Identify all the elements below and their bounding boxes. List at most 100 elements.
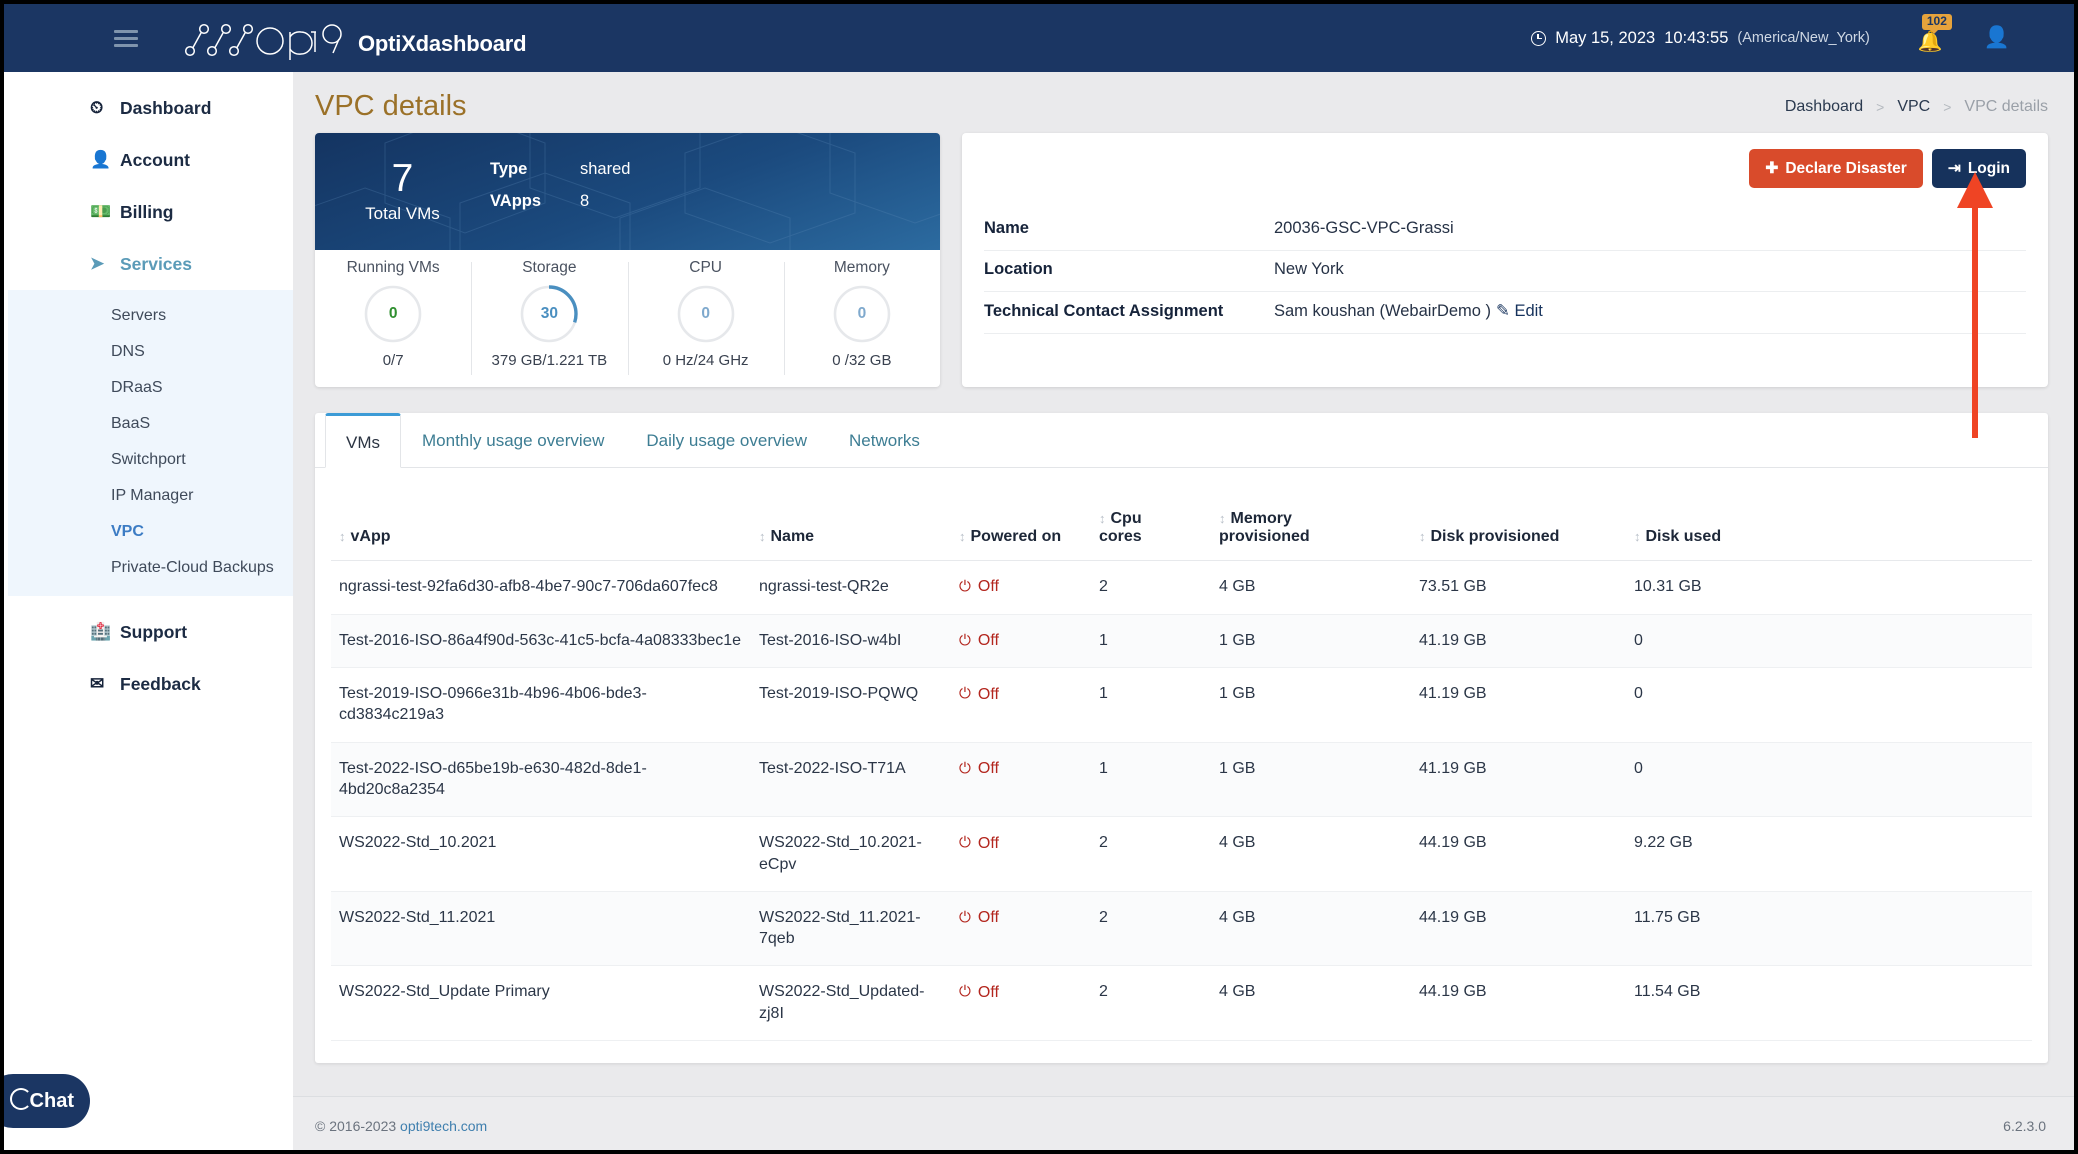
sidebar-item-draas[interactable]: DRaaS	[8, 370, 293, 406]
cell-powered-on: ⏻ Off	[951, 742, 1091, 818]
column-label: Disk used	[1645, 528, 1722, 545]
sidebar-item-billing[interactable]: 💵 Billing	[8, 186, 293, 238]
table-row[interactable]: Test-2016-ISO-86a4f90d-563c-41c5-bcfa-4a…	[331, 614, 2032, 669]
column-header-cpu-cores[interactable]: ↕ Cpu cores	[1091, 482, 1211, 561]
first-aid-kit-icon: 🏥	[90, 622, 112, 641]
cell-cpu-cores: 2	[1091, 891, 1211, 967]
gauge-ring: 0	[675, 283, 737, 345]
table-row[interactable]: WS2022-Std_11.2021 WS2022-Std_11.2021-7q…	[331, 891, 2032, 967]
cell-disk-used: 9.22 GB	[1626, 816, 2032, 892]
hamburger-menu-icon[interactable]	[114, 29, 138, 47]
footer-website-link[interactable]: opti9tech.com	[400, 1118, 487, 1134]
cell-disk-provisioned: 44.19 GB	[1411, 816, 1626, 892]
column-header-disk-used[interactable]: ↕ Disk used	[1626, 482, 2032, 561]
sidebar-item-vpc[interactable]: VPC	[8, 514, 293, 550]
power-state-label: Off	[977, 834, 999, 852]
notification-count-badge: 102	[1921, 14, 1952, 35]
tab-networks[interactable]: Networks	[828, 413, 941, 468]
sidebar-item-services[interactable]: ➤ Services	[8, 238, 293, 290]
cell-vapp: Test-2019-ISO-0966e31b-4b96-4b06-bde3-cd…	[331, 667, 751, 743]
chat-widget-button[interactable]: Chat	[4, 1074, 90, 1128]
property-value: New York	[1274, 260, 1344, 278]
sidebar-item-support[interactable]: 🏥 Support	[8, 606, 293, 658]
overview-cards-row: 7 Total VMs Type shared VApps 8 Running …	[293, 133, 2074, 387]
cell-disk-used: 11.54 GB	[1626, 965, 2032, 1041]
cell-powered-on: ⏻ Off	[951, 965, 1091, 1041]
power-icon: ⏻	[959, 578, 971, 595]
breadcrumb-item-vpc[interactable]: VPC	[1897, 98, 1930, 116]
footer-copyright: © 2016-2023 opti9tech.com	[315, 1118, 487, 1134]
sidebar-item-switchport[interactable]: Switchport	[8, 442, 293, 478]
column-header-memory-provisioned[interactable]: ↕ Memory provisioned	[1211, 482, 1411, 561]
sort-arrows-icon: ↕	[1219, 511, 1225, 526]
table-row[interactable]: Test-2022-ISO-d65be19b-e630-482d-8de1-4b…	[331, 742, 2032, 818]
table-row[interactable]: Test-2019-ISO-0966e31b-4b96-4b06-bde3-cd…	[331, 667, 2032, 743]
cell-vapp: Test-2022-ISO-d65be19b-e630-482d-8de1-4b…	[331, 742, 751, 818]
cell-powered-on: ⏻ Off	[951, 891, 1091, 967]
breadcrumb-item-dashboard[interactable]: Dashboard	[1785, 98, 1863, 116]
cell-cpu-cores: 1	[1091, 667, 1211, 743]
column-header-powered-on[interactable]: ↕ Powered on	[951, 482, 1091, 561]
sidebar-item-label: Billing	[120, 201, 174, 222]
notifications-button[interactable]: 102 🔔	[1914, 14, 1952, 58]
cell-memory-provisioned: 4 GB	[1211, 560, 1411, 615]
sidebar-subitem-label: Switchport	[111, 451, 186, 468]
sidebar-subitem-label: Private-Cloud Backups	[111, 559, 274, 576]
sort-arrows-icon: ↕	[759, 529, 765, 544]
opti9-logo[interactable]: OptiXdashboard	[176, 15, 527, 61]
sidebar-subitem-label: BaaS	[111, 415, 151, 432]
property-key: Name	[984, 219, 1029, 237]
sidebar-item-feedback[interactable]: ✉ Feedback	[8, 658, 293, 710]
column-header-name[interactable]: ↕ Name	[751, 482, 951, 561]
user-icon: 👤	[90, 150, 112, 169]
cell-cpu-cores: 2	[1091, 560, 1211, 615]
gauge-ring: 30	[518, 283, 580, 345]
page-title: VPC details	[315, 90, 467, 122]
sidebar-item-label: Feedback	[120, 673, 201, 694]
vms-table: ↕ vApp ↕ Name ↕ Powered on ↕ Cpu cores ↕…	[331, 482, 2032, 1041]
main-content-area: VPC details Dashboard > VPC > VPC detail…	[293, 72, 2074, 1150]
cell-memory-provisioned: 4 GB	[1211, 816, 1411, 892]
table-row[interactable]: ngrassi-test-92fa6d30-afb8-4be7-90c7-706…	[331, 560, 2032, 615]
bell-icon: 🔔	[1917, 31, 1943, 53]
declare-disaster-button[interactable]: ✚ Declare Disaster	[1749, 149, 1923, 188]
cell-name: Test-2022-ISO-T71A	[751, 742, 951, 818]
declare-disaster-label: Declare Disaster	[1785, 159, 1907, 177]
sidebar-item-dashboard[interactable]: ⏲ Dashboard	[8, 82, 293, 134]
table-row[interactable]: WS2022-Std_10.2021 WS2022-Std_10.2021-eC…	[331, 816, 2032, 892]
property-key: Location	[984, 260, 1053, 278]
column-header-disk-provisioned[interactable]: ↕ Disk provisioned	[1411, 482, 1626, 561]
vpc-hero-properties: Type shared VApps 8	[490, 160, 630, 224]
vpc-summary-card: 7 Total VMs Type shared VApps 8 Running …	[315, 133, 940, 387]
table-row[interactable]: WS2022-Std_Update Primary WS2022-Std_Upd…	[331, 965, 2032, 1041]
clock-display: May 15, 2023 10:43:55 (America/New_York)	[1531, 29, 1870, 48]
user-account-icon[interactable]: 👤	[1984, 26, 2010, 50]
edit-technical-contact-link[interactable]: ✎ Edit	[1496, 301, 1543, 321]
edit-label: Edit	[1514, 302, 1543, 320]
cell-disk-provisioned: 44.19 GB	[1411, 891, 1626, 967]
top-navigation-bar: OptiXdashboard May 15, 2023 10:43:55 (Am…	[4, 4, 2074, 72]
sidebar-item-baas[interactable]: BaaS	[8, 406, 293, 442]
tab-vms[interactable]: VMs	[325, 413, 401, 468]
cell-powered-on: ⏻ Off	[951, 667, 1091, 743]
hero-property-type: Type shared	[490, 160, 630, 179]
cell-vapp: WS2022-Std_11.2021	[331, 891, 751, 967]
sidebar-item-private-cloud-backups[interactable]: Private-Cloud Backups	[8, 550, 293, 586]
gauge-value: 30	[540, 305, 558, 322]
breadcrumb-separator: >	[1943, 98, 1952, 115]
cell-vapp: ngrassi-test-92fa6d30-afb8-4be7-90c7-706…	[331, 560, 751, 615]
tab-daily-usage-overview[interactable]: Daily usage overview	[625, 413, 828, 468]
tab-monthly-usage-overview[interactable]: Monthly usage overview	[401, 413, 625, 468]
brand-title: OptiXdashboard	[358, 31, 527, 56]
sidebar-item-dns[interactable]: DNS	[8, 334, 293, 370]
property-row-name: Name 20036-GSC-VPC-Grassi	[984, 210, 2026, 251]
sort-arrows-icon: ↕	[1419, 529, 1425, 544]
gauge-storage: Storage 30 379 GB/1.221 TB	[471, 250, 627, 387]
sidebar-item-account[interactable]: 👤 Account	[8, 134, 293, 186]
column-header-vapp[interactable]: ↕ vApp	[331, 482, 751, 561]
type-value: shared	[580, 159, 631, 178]
power-state-label: Off	[977, 983, 999, 1001]
sidebar-item-ip-manager[interactable]: IP Manager	[8, 478, 293, 514]
login-button[interactable]: ⇥ Login	[1931, 149, 2026, 188]
sidebar-item-servers[interactable]: Servers	[8, 298, 293, 334]
